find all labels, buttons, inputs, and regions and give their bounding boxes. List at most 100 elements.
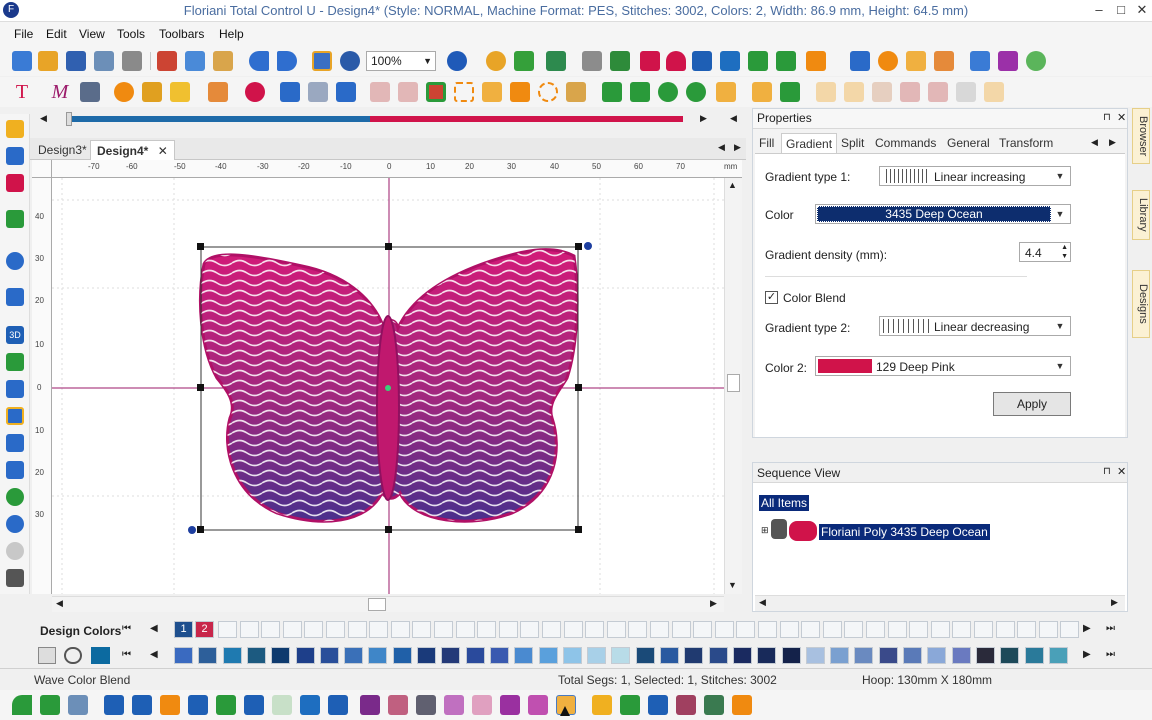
brush-icon[interactable] [6,353,24,371]
grid-view-icon[interactable] [6,407,24,425]
pin-icon[interactable]: ⊓ [1103,466,1111,477]
star-icon[interactable] [360,695,380,715]
rotate-right-icon[interactable] [686,82,706,102]
star5-icon[interactable] [500,695,520,715]
hscroll-thumb[interactable] [368,598,386,611]
palette-swatch[interactable] [781,647,801,664]
font-icon[interactable] [447,51,467,71]
palette-swatch[interactable] [927,647,947,664]
palette-swatch[interactable] [1048,647,1068,664]
select-arrow-icon[interactable] [6,120,24,138]
sequence-close-icon[interactable]: ✕ [1117,465,1126,478]
group-icon[interactable] [426,82,446,102]
connect-icon[interactable] [6,488,24,506]
zoom-icon[interactable] [6,252,24,270]
palette-swatch[interactable] [368,647,388,664]
shape2-icon[interactable] [928,82,948,102]
open-icon[interactable] [38,51,58,71]
copies-icon[interactable] [816,82,836,102]
paste-icon[interactable] [213,51,233,71]
empty-color-slot[interactable] [1038,621,1058,638]
empty-color-slot[interactable] [261,621,281,638]
copies2-icon[interactable] [844,82,864,102]
palette-grid-icon[interactable] [38,647,56,664]
magic-icon[interactable] [906,51,926,71]
empty-color-slot[interactable] [693,621,713,638]
palette-swatch[interactable] [805,647,825,664]
saveas-icon[interactable] [94,51,114,71]
gradient-type-2-select[interactable]: Linear decreasing ▼ [879,316,1071,336]
close-button[interactable]: ✕ [1131,2,1152,19]
palette-swatch[interactable] [417,647,436,664]
maximize-button[interactable]: □ [1110,2,1132,19]
empty-color-slot[interactable] [585,621,605,638]
stitch-icon[interactable] [1026,51,1046,71]
panel-left-arrow[interactable]: ◀ [730,113,737,124]
visibility-lock-icon[interactable] [771,519,787,539]
empty-color-slot[interactable] [822,621,842,638]
wave3-icon[interactable] [188,695,208,715]
empty-color-slot[interactable] [758,621,777,638]
tabs-next-icon[interactable]: ▶ [1109,137,1116,148]
palette-swatch[interactable] [465,647,485,664]
palette-swatch[interactable] [489,647,509,664]
nodes-icon[interactable] [510,82,530,102]
merge-icon[interactable] [398,82,418,102]
align-icon[interactable] [752,82,772,102]
empty-color-slot[interactable] [304,621,324,638]
feather-icon[interactable] [640,51,660,71]
palette-swatch[interactable] [1000,647,1020,664]
measure-icon[interactable] [6,288,24,306]
palette-swatch[interactable] [295,647,315,664]
hoop-view-icon[interactable] [6,434,24,452]
palette-swatch[interactable] [198,647,218,664]
fill-icon[interactable] [806,51,826,71]
palette-swatch[interactable] [1024,647,1044,664]
menu-toolbars[interactable]: Toolbars [159,27,204,41]
tab-general[interactable]: General [947,136,990,150]
hoop-icon[interactable] [998,51,1018,71]
lasso-icon[interactable] [538,82,558,102]
empty-color-slot[interactable] [218,621,237,638]
empty-color-slot[interactable] [477,621,497,638]
stitch-player-icon[interactable] [486,51,506,71]
distribute-icon[interactable] [780,82,800,102]
print-icon[interactable] [122,51,142,71]
palette-swatch[interactable] [951,647,971,664]
sum-icon[interactable] [582,51,602,71]
mirror-v-icon[interactable] [630,82,650,102]
flame-icon[interactable] [160,695,180,715]
expand-icon[interactable]: ⊞ [761,525,769,536]
designs-tab[interactable]: Designs [1132,270,1150,338]
color-select[interactable]: 3435 Deep Ocean ▼ [815,204,1071,224]
canvas-horizontal-scrollbar[interactable]: ◀ ▶ [52,596,724,612]
palette-swatch[interactable] [635,647,655,664]
empty-color-slot[interactable] [239,621,259,638]
copy-icon[interactable] [185,51,205,71]
tabs-left-arrow[interactable]: ◀ [718,142,725,153]
grass-icon[interactable] [748,51,768,71]
browser-tab[interactable]: Browser [1132,108,1150,164]
magic2-icon[interactable] [208,82,228,102]
fan-icon[interactable] [720,51,740,71]
next-icon[interactable]: ▶ [1083,623,1091,634]
all-items-node[interactable]: All Items [759,495,810,511]
bar-left-arrow[interactable]: ◀ [40,113,50,124]
grass4-icon[interactable] [648,695,668,715]
palette-swatch[interactable] [222,647,242,664]
palette-swatch[interactable] [708,647,728,664]
palette-swatch[interactable] [514,647,534,664]
palette-swatch[interactable] [757,647,777,664]
tab-split[interactable]: Split [841,136,864,150]
burst-icon[interactable] [245,82,265,102]
first-icon[interactable]: ⏮ [122,649,131,660]
camera-icon[interactable] [6,569,24,587]
applique-icon[interactable] [114,82,134,102]
empty-color-slot[interactable] [801,621,821,638]
empty-color-slot[interactable] [844,621,864,638]
palette-swatch[interactable] [271,647,291,664]
palette-swatch[interactable] [392,647,412,664]
layers-icon[interactable] [6,461,24,479]
texture2-icon[interactable] [704,695,724,715]
palette-swatch[interactable] [975,647,995,664]
